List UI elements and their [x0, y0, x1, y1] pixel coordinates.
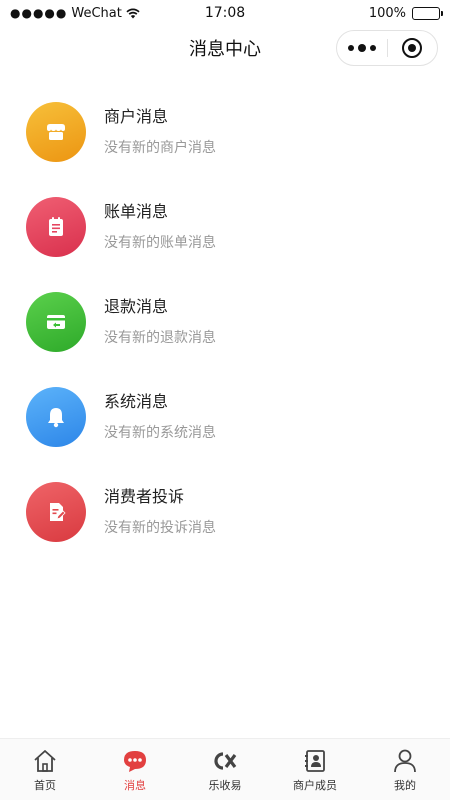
tab-messages[interactable]: 消息	[90, 739, 180, 800]
target-close-icon	[402, 38, 423, 58]
wifi-icon	[126, 8, 140, 19]
battery-percent: 100%	[368, 5, 406, 21]
lsy-logo-icon	[214, 751, 237, 770]
message-item-complaint[interactable]: 消费者投诉 没有新的投诉消息	[0, 464, 450, 559]
tab-members[interactable]: 商户成员	[270, 739, 360, 800]
tab-label: 乐收易	[208, 778, 242, 792]
more-dots-icon	[347, 45, 354, 51]
message-subtitle: 没有新的商户消息	[104, 139, 216, 156]
message-item-bill[interactable]: 账单消息 没有新的账单消息	[0, 179, 450, 274]
shop-icon	[26, 101, 86, 162]
tab-home[interactable]: 首页	[0, 739, 90, 800]
nav-bar: 消息中心	[0, 26, 450, 70]
tab-label: 商户成员	[293, 778, 337, 792]
message-item-refund[interactable]: 退款消息 没有新的退款消息	[0, 274, 450, 369]
message-subtitle: 没有新的账单消息	[104, 234, 216, 251]
bill-icon	[26, 196, 86, 257]
message-item-merchant[interactable]: 商户消息 没有新的商户消息	[0, 84, 450, 179]
message-subtitle: 没有新的系统消息	[104, 424, 216, 441]
message-subtitle: 没有新的投诉消息	[104, 519, 216, 536]
page-title: 消息中心	[189, 39, 261, 60]
tab-profile[interactable]: 我的	[360, 739, 450, 800]
complaint-icon	[26, 481, 86, 542]
message-text: 商户消息 没有新的商户消息	[104, 106, 216, 158]
message-title: 账单消息	[104, 201, 169, 221]
message-text: 账单消息 没有新的账单消息	[104, 201, 216, 253]
signal-dots-icon: ●●●●●	[10, 6, 68, 20]
profile-icon	[394, 749, 416, 772]
tab-label: 消息	[124, 778, 146, 792]
message-title: 系统消息	[104, 391, 169, 411]
message-subtitle: 没有新的退款消息	[104, 329, 216, 346]
tab-label: 首页	[34, 778, 56, 792]
refund-icon	[26, 291, 86, 352]
message-icon	[124, 750, 146, 772]
battery-icon	[412, 6, 443, 20]
message-text: 系统消息 没有新的系统消息	[104, 391, 216, 443]
member-icon	[305, 749, 325, 772]
message-list: 商户消息 没有新的商户消息 账单消息 没有新的账单消息 退款消息 没有新的退款消…	[0, 70, 450, 559]
more-menu-button[interactable]	[337, 31, 387, 65]
message-item-system[interactable]: 系统消息 没有新的系统消息	[0, 369, 450, 464]
message-text: 消费者投诉 没有新的投诉消息	[104, 486, 216, 538]
status-right: 100%	[368, 5, 443, 21]
bell-icon	[26, 386, 86, 447]
message-text: 退款消息 没有新的退款消息	[104, 296, 216, 348]
status-time: 17:08	[204, 5, 246, 21]
home-icon	[34, 749, 56, 772]
tab-lsy[interactable]: 乐收易	[180, 739, 270, 800]
tab-bar: 首页 消息 乐收易 商户成员 我的	[0, 738, 450, 800]
message-title: 消费者投诉	[104, 486, 185, 506]
status-bar: ●●●●● WeChat 17:08 100%	[0, 0, 450, 26]
message-title: 商户消息	[104, 106, 169, 126]
miniprogram-capsule	[336, 30, 438, 66]
status-left: ●●●●● WeChat	[10, 6, 140, 21]
carrier-label: WeChat	[71, 5, 122, 21]
message-title: 退款消息	[104, 296, 169, 316]
tab-label: 我的	[394, 778, 416, 792]
close-miniprogram-button[interactable]	[387, 31, 437, 65]
